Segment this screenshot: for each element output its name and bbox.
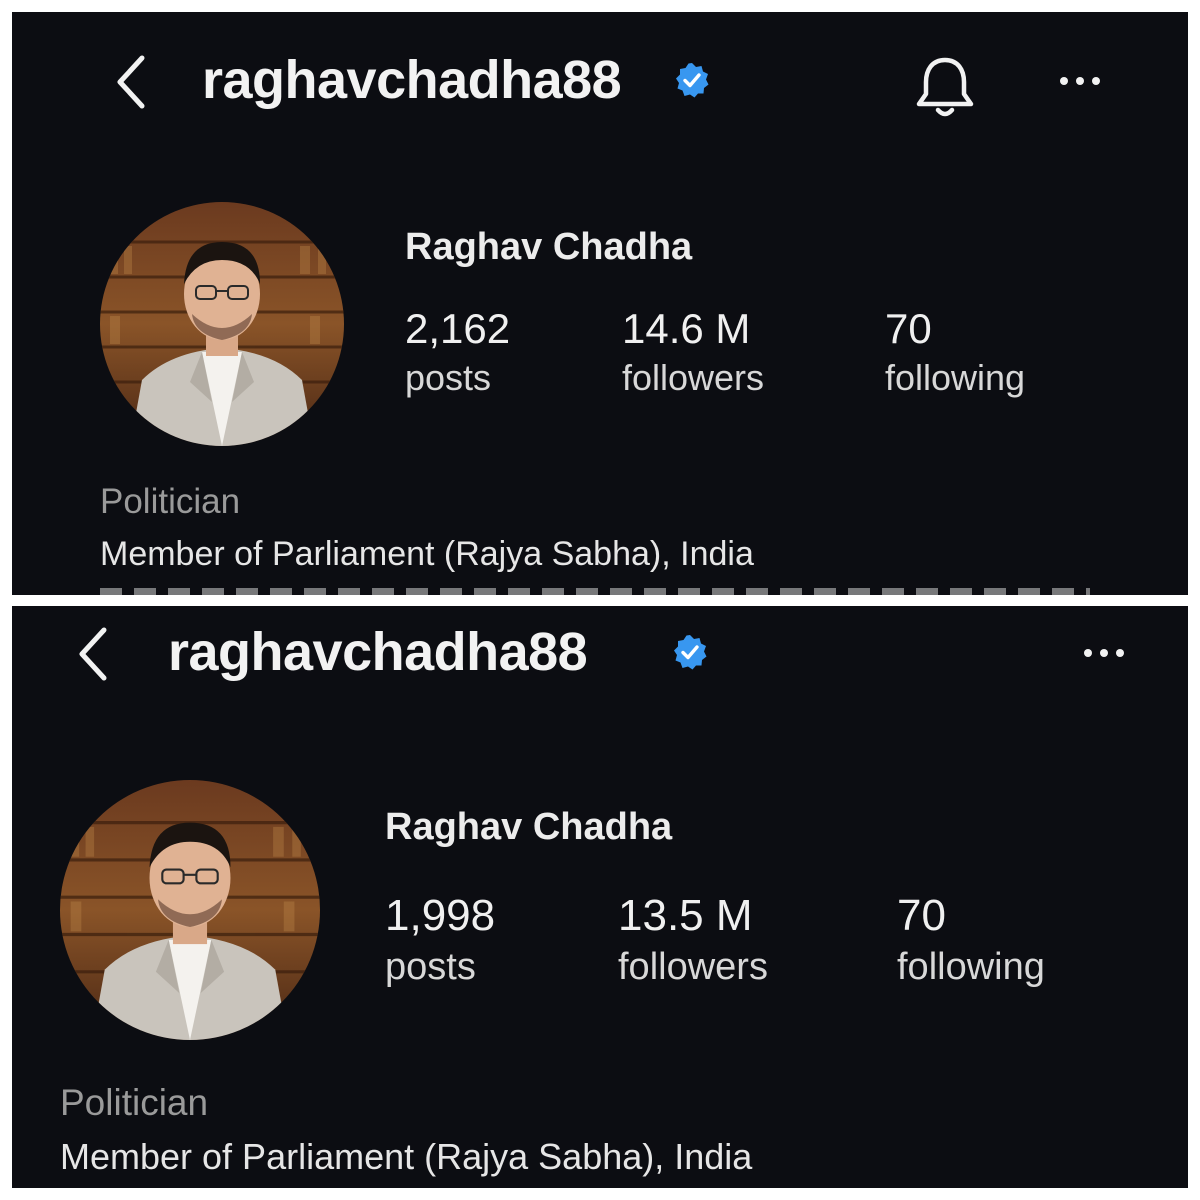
following-count: 70	[885, 305, 932, 352]
bio-line: Member of Parliament (Rajya Sabha), Indi…	[100, 535, 754, 573]
more-options-button[interactable]	[1076, 638, 1132, 668]
category: Politician	[60, 1082, 209, 1123]
bio-line: Member of Parliament (Rajya Sabha), Indi…	[60, 1136, 753, 1177]
following-label: following	[897, 946, 1045, 988]
posts-count: 1,998	[385, 891, 496, 940]
display-name: Raghav Chadha	[405, 226, 693, 268]
followers-count: 13.5 M	[618, 891, 753, 940]
back-icon	[117, 55, 145, 109]
back-icon	[79, 627, 107, 681]
profile-panel-bottom: raghavchadha88 Raghav Chadha 1,998 posts…	[12, 606, 1188, 1188]
followers-label: followers	[622, 357, 765, 398]
more-options-icon	[1060, 77, 1100, 85]
username: raghavchadha88	[168, 622, 588, 682]
notifications-button[interactable]	[910, 52, 980, 122]
bell-icon	[916, 57, 974, 117]
followers-stat[interactable]: 14.6 M followers	[622, 304, 764, 402]
followers-count: 14.6 M	[622, 305, 751, 352]
posts-label: posts	[385, 946, 476, 988]
posts-stat[interactable]: 1,998 posts	[385, 890, 495, 992]
followers-label: followers	[618, 946, 768, 988]
verified-badge-icon	[672, 634, 708, 670]
avatar[interactable]	[100, 202, 344, 446]
avatar[interactable]	[60, 780, 320, 1040]
posts-stat[interactable]: 2,162 posts	[405, 304, 510, 402]
more-options-button[interactable]	[1052, 66, 1108, 96]
followers-stat[interactable]: 13.5 M followers	[618, 890, 768, 992]
more-options-icon	[1084, 649, 1124, 657]
following-stat[interactable]: 70 following	[897, 890, 1045, 992]
display-name: Raghav Chadha	[385, 806, 673, 848]
verified-badge-icon	[674, 62, 710, 98]
following-count: 70	[897, 891, 946, 940]
profile-panel-top: raghavchadha88 Raghav Chadha 2,162 posts…	[12, 12, 1188, 595]
following-stat[interactable]: 70 following	[885, 304, 1025, 402]
posts-label: posts	[405, 357, 492, 398]
following-label: following	[885, 357, 1026, 398]
category: Politician	[100, 482, 241, 521]
bio-line-cutoff	[100, 588, 1090, 595]
back-button[interactable]	[108, 50, 156, 114]
username: raghavchadha88	[202, 50, 622, 110]
posts-count: 2,162	[405, 305, 511, 352]
back-button[interactable]	[70, 622, 118, 686]
